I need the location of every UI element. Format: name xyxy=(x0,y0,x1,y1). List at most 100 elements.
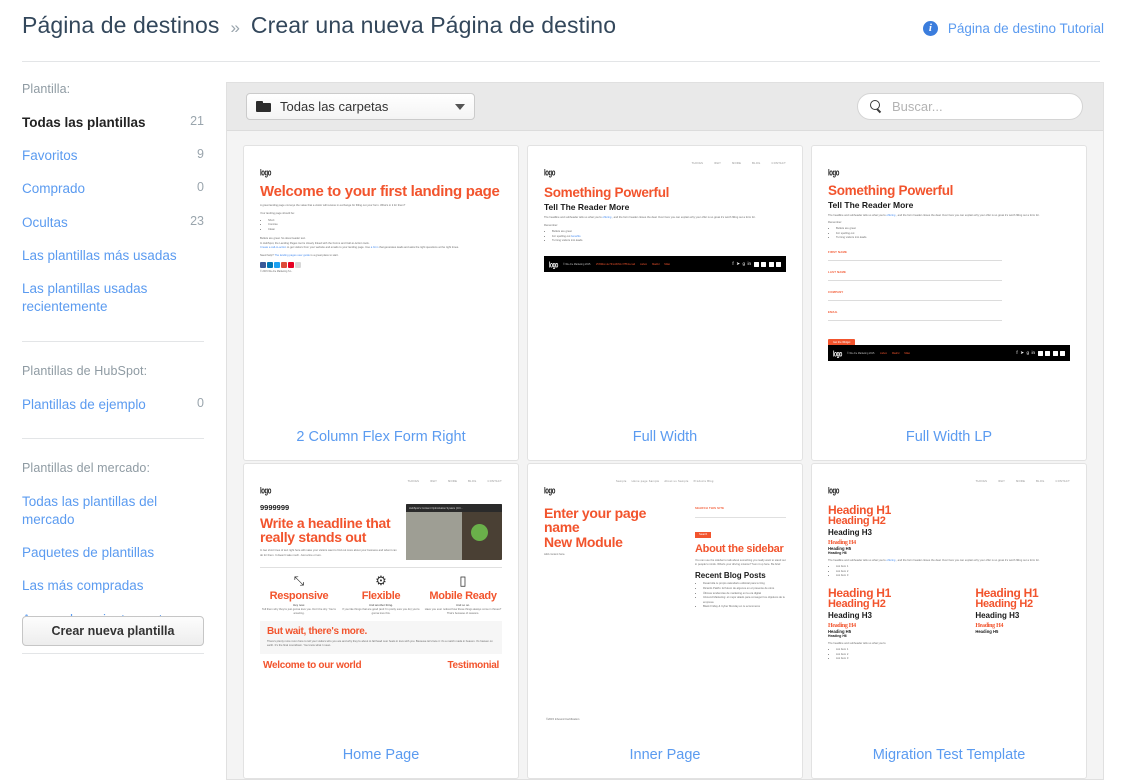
template-thumbnail: logo Something Powerful Tell The Reader … xyxy=(820,154,1078,416)
sidebar-item-label: Ocultas xyxy=(22,214,68,232)
thumb-bullet-list: Bullets are great For spelling out benef… xyxy=(552,230,786,244)
thumb-headline: But wait, there's more. xyxy=(267,627,495,637)
tutorial-link-label[interactable]: Página de destino Tutorial xyxy=(948,21,1104,36)
breadcrumb-root[interactable]: Página de destinos xyxy=(22,12,219,39)
sidebar-item-todas-las-plantillas[interactable]: Todas las plantillas 21 xyxy=(22,114,204,132)
chevron-down-icon xyxy=(455,104,465,110)
nav-item: THINGS xyxy=(408,480,420,483)
heading-h4: Heading H4 xyxy=(975,623,1070,629)
sidebar-item-favoritos[interactable]: Favoritos 9 xyxy=(22,147,204,165)
sidebar-item-mas-usadas[interactable]: Las plantillas más usadas xyxy=(22,247,204,265)
sidebar-headline: About the sidebar xyxy=(695,544,786,556)
sidebar-item-todas-del-mercado[interactable]: Todas las plantillas del mercado xyxy=(22,493,204,529)
feature-body: Tell them why they're just gonna love yo… xyxy=(260,608,338,616)
feature-body: Have you ever noticed how these things a… xyxy=(424,608,502,616)
nav-item: Home page Sample xyxy=(632,480,660,483)
create-new-template-button[interactable]: Crear nueva plantilla xyxy=(22,616,204,646)
heading-h3: Heading H3 xyxy=(828,529,1070,537)
sidebar-item-label: Las más compradas xyxy=(22,577,144,595)
template-card-title[interactable]: 2 Column Flex Form Right xyxy=(252,416,510,460)
search-box[interactable] xyxy=(857,93,1083,120)
template-thumbnail: logo THINGS WHY MORE BLOG CONTACT Someth… xyxy=(536,154,794,416)
panel-toolbar: Todas las carpetas xyxy=(227,83,1103,131)
heading-h5: Heading H5 xyxy=(828,630,965,634)
template-card-title[interactable]: Full Width xyxy=(536,416,794,460)
sidebar-item-comprado[interactable]: Comprado 0 xyxy=(22,180,204,198)
footer-note: © We Are Marketing 2015. xyxy=(847,352,875,355)
heading-sample-block-right: Heading H1 Heading H2 Heading H3 Heading… xyxy=(975,587,1070,662)
thumb-body: Your landing page should be: xyxy=(260,212,502,216)
thumb-body-with-links: The headline and subheader tells us what… xyxy=(828,214,1070,218)
thumb-body: Need help? xyxy=(260,254,274,257)
video-slide-area xyxy=(406,512,462,560)
template-card[interactable]: logo THINGS WHY MORE BLOG CONTACT Headin… xyxy=(811,463,1087,779)
brand-logo: logo xyxy=(544,487,555,497)
thumb-subhead: Tell The Reader More xyxy=(544,203,786,212)
template-card[interactable]: logo THINGS WHY MORE BLOG CONTACT Someth… xyxy=(527,145,803,461)
heading-h5: Heading H5 xyxy=(975,630,1070,634)
sidebar-item-usadas-recientemente[interactable]: Las plantillas usadas recientemente xyxy=(22,280,204,316)
share-icon xyxy=(295,262,301,268)
feature-title: Mobile Ready xyxy=(424,590,502,602)
thumb-nav: THINGS WHY MORE BLOG CONTACT xyxy=(408,480,502,483)
video-thumbnail[interactable]: HubSpot's Content Optimization System (C… xyxy=(406,504,502,560)
header-divider xyxy=(22,61,1100,62)
sidebar-divider-2 xyxy=(22,438,204,439)
testimonial-heading: Testimonial xyxy=(447,661,499,671)
search-input[interactable] xyxy=(890,98,1070,115)
sidebar-item-label: Comprado xyxy=(22,180,85,198)
feature-body: If you like things that are good (and I'… xyxy=(342,608,420,616)
heading-h6: Heading H6 xyxy=(828,552,1070,556)
google-plus-icon xyxy=(281,262,287,268)
template-card-title[interactable]: Home Page xyxy=(252,734,510,778)
template-card[interactable]: logo Welcome to your first landing page … xyxy=(243,145,519,461)
feature-title: Responsive xyxy=(260,590,338,602)
thumb-footer-note: ©2015 Inbound Certification xyxy=(546,718,579,722)
template-card-title[interactable]: Full Width LP xyxy=(820,416,1078,460)
footer-note: © We Are Marketing 2015. xyxy=(563,263,591,266)
sidebar-item-mas-compradas[interactable]: Las más compradas xyxy=(22,577,204,595)
sidebar-item-ocultas[interactable]: Ocultas 23 xyxy=(22,214,204,232)
sidebar-item-count: 0 xyxy=(197,396,204,410)
google-plus-icon: g xyxy=(742,262,745,267)
facebook-icon: f xyxy=(1016,351,1017,356)
thumb-bullet-list: List Item 1 List Item 2 List Item 3 xyxy=(836,648,965,662)
thumb-body: A great landing page conveys the value t… xyxy=(260,204,502,208)
sidebar-caption-mercado: Plantillas del mercado: xyxy=(22,461,204,475)
list-item: Clean xyxy=(268,228,502,233)
twitter-icon: ➤ xyxy=(736,262,740,267)
template-card-title[interactable]: Inner Page xyxy=(536,734,794,778)
folder-dropdown[interactable]: Todas las carpetas xyxy=(246,93,475,120)
nav-item: BLOG xyxy=(1036,480,1044,483)
thumb-body-with-links: The headline and subheader tells us what… xyxy=(828,559,1070,563)
sidebar-item-paquetes[interactable]: Paquetes de plantillas xyxy=(22,544,204,562)
thumb-headline: Welcome to your first landing page xyxy=(260,184,502,199)
nav-item: CONTACT xyxy=(772,162,786,165)
tutorial-link-group[interactable]: i Página de destino Tutorial xyxy=(923,21,1104,36)
template-card[interactable]: logo Something Powerful Tell The Reader … xyxy=(811,145,1087,461)
info-icon: i xyxy=(923,21,938,36)
recent-posts-title: Recent Blog Posts xyxy=(695,572,786,580)
heading-sample-block-left: Heading H1 Heading H2 Heading H3 Heading… xyxy=(828,587,965,662)
video-title-bar: HubSpot's Content Optimization System (C… xyxy=(406,504,502,512)
form-field-label: COMPANY xyxy=(828,290,1002,294)
feature-column: ⚙ Flexible And another thing. If you lik… xyxy=(342,574,420,617)
template-card-title[interactable]: Migration Test Template xyxy=(820,734,1078,778)
heading-h4: Heading H4 xyxy=(828,623,965,629)
youtube-icon xyxy=(769,262,774,267)
template-card[interactable]: logo Sample Home page Sample About us Sa… xyxy=(527,463,803,779)
thumb-bullet-list: List Item 1 List Item 2 List Item 3 xyxy=(836,565,1070,579)
thumb-body: Remember: xyxy=(544,224,786,228)
search-icon xyxy=(870,100,883,113)
linkedin-icon: in xyxy=(1031,351,1035,356)
template-card[interactable]: logo THINGS WHY MORE BLOG CONTACT 999999… xyxy=(243,463,519,779)
form-field-line xyxy=(828,300,1002,301)
sidebar-item-label: Plantillas de ejemplo xyxy=(22,396,146,414)
arrows-inward-icon: ⤡ xyxy=(260,574,338,587)
sidebar-item-plantillas-de-ejemplo[interactable]: Plantillas de ejemplo 0 xyxy=(22,396,204,414)
templates-grid: logo Welcome to your first landing page … xyxy=(227,131,1103,781)
nav-item: THINGS xyxy=(976,480,988,483)
nav-item: About us Sample xyxy=(664,480,688,483)
pinterest-icon xyxy=(1045,351,1050,356)
heading-h2: Heading H2 xyxy=(975,599,1070,610)
